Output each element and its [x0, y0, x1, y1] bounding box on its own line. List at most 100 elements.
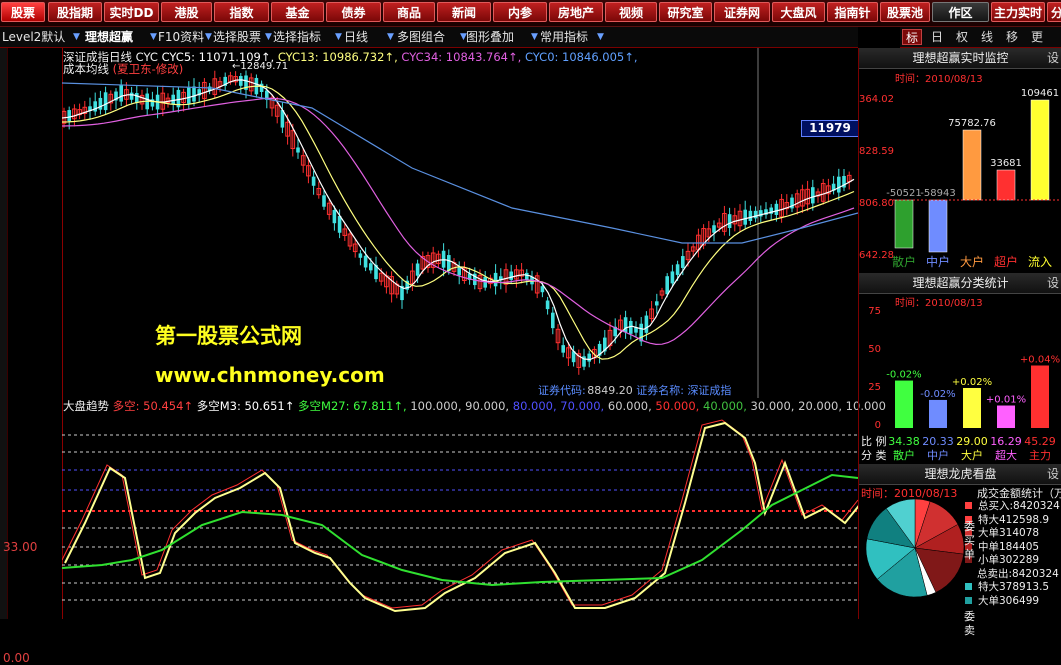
panel3-row: 总买入:8420324 [965, 500, 1061, 514]
dropdown-arrow-icon[interactable]: ▼ [597, 29, 604, 45]
duokong-m27-line [62, 473, 858, 587]
panel3-subtitle: 成交金额统计（万 [977, 487, 1061, 500]
nav-11-button[interactable]: 视频 [605, 2, 657, 22]
chart-toolbar: Level2默认 ▼ 理想超赢 ▼ F10资料 ▼ 选择股票 ▼ 选择指标 ▼ 日线 ▼ 多图组合 ▼ 图形… [0, 27, 858, 48]
low-mark-value: 8849.20 [587, 384, 633, 397]
panel2-pct: +0.04% [1020, 354, 1060, 365]
toolbar-item-8[interactable]: 常用指标 [540, 29, 588, 45]
panel3-row: 小单302289 [965, 554, 1061, 568]
nav-15-button[interactable]: 指南针 [827, 2, 878, 22]
panel2-pct: -0.02% [886, 370, 921, 381]
panel1-value: -58943 [920, 188, 955, 199]
sub-title: 大盘趋势 [63, 399, 109, 413]
right-tab-3[interactable]: 线 [977, 29, 997, 45]
toolbar-item-3[interactable]: 选择股票 [213, 29, 261, 45]
nav-2-button[interactable]: 实时DD [104, 2, 159, 22]
nav-0-button[interactable]: 股票 [1, 2, 45, 22]
nav-9-button[interactable]: 内参 [493, 2, 547, 22]
right-tab-5[interactable]: 更 [1027, 29, 1047, 45]
nav-19-button[interactable]: 分 [1047, 2, 1061, 22]
panel2-name: 主力 [1029, 449, 1051, 462]
panel3-row-key: 总买入: [978, 500, 1014, 512]
nav-16-button[interactable]: 股票池 [880, 2, 930, 22]
nav-12-button[interactable]: 研究室 [659, 2, 712, 22]
stock-name: 深证成指 [687, 384, 732, 397]
panel1-label: 散户 [892, 254, 916, 269]
panel2-name: 散户 [893, 448, 915, 462]
author-label: (夏卫东-修改) [112, 62, 184, 76]
nav-5-button[interactable]: 基金 [271, 2, 324, 22]
panel1-value: -50521 [886, 188, 921, 199]
toolbar-item-7[interactable]: 图形叠加 [466, 29, 514, 45]
legend-swatch [965, 502, 972, 509]
cyc0-value: CYC0: 10846.005↑, [524, 50, 638, 64]
dropdown-arrow-icon[interactable]: ▼ [150, 29, 157, 45]
panel1-bar [1030, 99, 1050, 201]
panel3-row-key: 小单 [978, 554, 999, 566]
duokong-m3-value: 多空M3: 50.651↑ [196, 399, 295, 413]
level-value: 40.000, [699, 399, 747, 413]
panel2-bars: 75 50 25 0 -0.02% 34.38散户 -0.02% 20.33中户 +0.02% 2… [861, 306, 1060, 462]
level-value: 90.000, [461, 399, 510, 413]
right-tab-1[interactable]: 日 [927, 29, 947, 45]
panel2-ylabel: 75 [868, 306, 881, 317]
toolbar-item-4[interactable]: 选择指标 [273, 29, 321, 45]
dropdown-arrow-icon[interactable]: ▼ [387, 29, 394, 45]
panel2-value: 16.29 [990, 435, 1022, 448]
dropdown-arrow-icon[interactable]: ▼ [265, 29, 272, 45]
panel1-value: 109461 [1021, 88, 1059, 99]
panel3-side-label: 单 [964, 548, 975, 561]
trend-indicator-chart[interactable] [62, 400, 858, 619]
nav-13-button[interactable]: 证券网 [714, 2, 770, 22]
dropdown-arrow-icon[interactable]: ▼ [335, 29, 342, 45]
nav-18-button[interactable]: 主力实时 [991, 2, 1045, 22]
nav-8-button[interactable]: 新闻 [437, 2, 491, 22]
nav-6-button[interactable]: 债券 [326, 2, 381, 22]
panel3-settings-button[interactable]: 设 [1046, 464, 1060, 484]
panel3-row-value: 314078 [999, 527, 1040, 539]
panel2-settings-button[interactable]: 设 [1046, 273, 1060, 293]
toolbar-item-5[interactable]: 日线 [344, 29, 368, 45]
panel2-pct: +0.02% [952, 377, 992, 388]
nav-4-button[interactable]: 指数 [214, 2, 269, 22]
toolbar-item-0[interactable]: Level2默认 [2, 29, 65, 45]
panel3-row-key: 总卖出: [977, 567, 1013, 580]
right-tab-4[interactable]: 移 [1002, 29, 1022, 45]
nav-7-button[interactable]: 商品 [383, 2, 435, 22]
panel1-settings-button[interactable]: 设 [1046, 48, 1060, 68]
panel2-value: 29.00 [956, 435, 988, 448]
panel2-bar [929, 399, 947, 428]
panel1-ylabel: 806.80 [859, 198, 894, 209]
legend-swatch [965, 583, 972, 590]
panel3-row: 特大378913.5 [965, 581, 1061, 595]
toolbar-item-2[interactable]: F10资料 [158, 29, 204, 45]
panel1-bar [928, 199, 948, 253]
panel1-bar [962, 129, 982, 201]
panel3-rows: 总买入:8420324 特大412598.9 大单314078 中单184405 小单3… [964, 500, 1061, 637]
dropdown-arrow-icon[interactable]: ▼ [73, 29, 80, 45]
sub-chart-header: 大盘趋势 多空: 50.454↑ 多空M3: 50.651↑ 多空M27: 67… [63, 398, 886, 414]
duokong-value: 多空: 50.454↑ [112, 399, 194, 413]
panel3-row-value: 378913.5 [999, 581, 1050, 593]
price-tag: 11979 [801, 120, 859, 137]
nav-1-button[interactable]: 股指期 [48, 2, 102, 22]
right-tab-0[interactable]: 标 [902, 29, 922, 45]
dropdown-arrow-icon[interactable]: ▼ [531, 29, 538, 45]
cyc13-value: CYC13: 10986.732↑, [277, 50, 398, 64]
nav-3-button[interactable]: 港股 [161, 2, 212, 22]
panel3-row-key: 中单 [978, 540, 999, 553]
right-tab-2[interactable]: 权 [952, 29, 972, 45]
nav-17-button[interactable]: 作区 [932, 2, 989, 22]
panel1-title: 理想超赢实时监控 [912, 51, 1009, 65]
panel3-row-value: 184405 [999, 540, 1040, 553]
panel2-bar [895, 380, 913, 428]
panel2-value: 45.29 [1024, 435, 1056, 448]
panel2-bar [997, 405, 1015, 428]
dropdown-arrow-icon[interactable]: ▼ [205, 29, 212, 45]
nav-14-button[interactable]: 大盘风 [772, 2, 825, 22]
level-value: 70.000, [556, 399, 605, 413]
nav-10-button[interactable]: 房地产 [549, 2, 603, 22]
level-values: 100.000, 90.000, 80.000, 70.000, 60.000,… [410, 399, 886, 413]
toolbar-item-1[interactable]: 理想超赢 [85, 29, 133, 45]
toolbar-item-6[interactable]: 多图组合 [397, 29, 445, 45]
